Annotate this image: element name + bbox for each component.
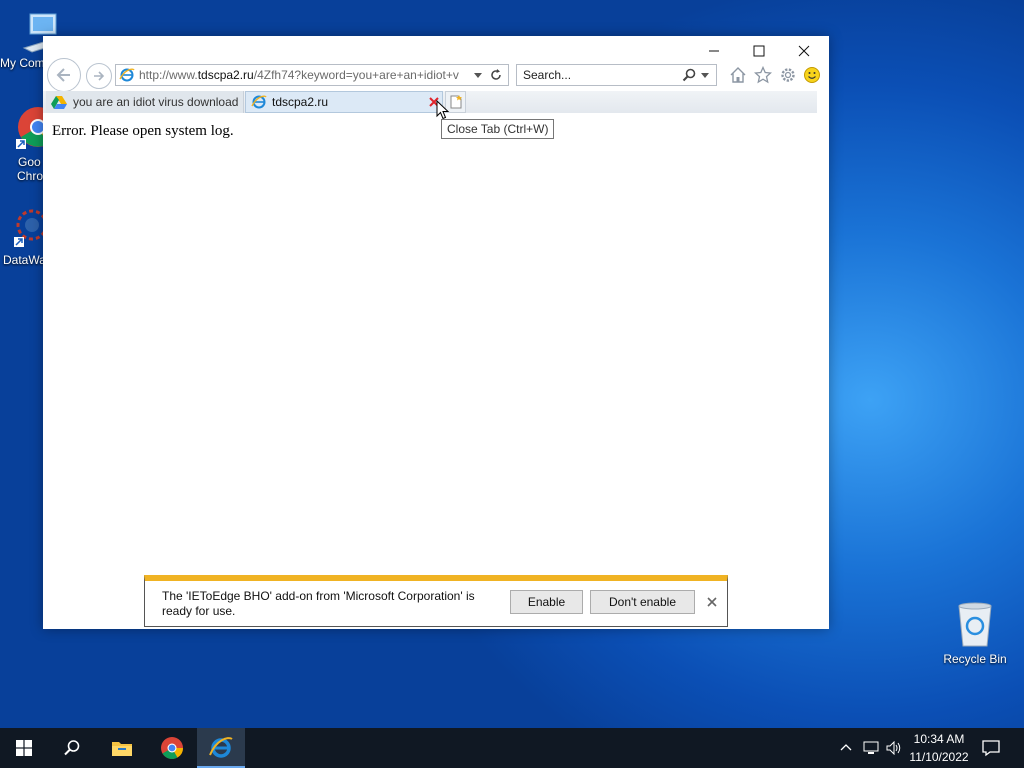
ie-window: http://www.tdscpa2.ru/4Zfh74?keyword=you…	[43, 36, 829, 629]
tab-idiot-virus[interactable]: you are an idiot virus download	[46, 91, 244, 113]
address-bar[interactable]: http://www.tdscpa2.ru/4Zfh74?keyword=you…	[115, 64, 509, 86]
google-drive-icon	[51, 96, 67, 109]
chrome-icon	[161, 737, 183, 759]
tools-button[interactable]	[779, 66, 797, 84]
back-button[interactable]	[47, 58, 81, 92]
search-box[interactable]: Search...	[516, 64, 717, 86]
folder-icon	[112, 742, 132, 756]
maximize-icon	[753, 45, 765, 57]
gear-icon	[781, 68, 795, 82]
network-icon[interactable]	[863, 741, 879, 755]
notification-center-icon[interactable]	[982, 739, 1000, 757]
close-icon	[798, 45, 810, 57]
chrome-taskbar-button[interactable]	[147, 728, 197, 768]
addon-notification-bar: The 'IEToEdge BHO' add-on from 'Microsof…	[144, 575, 728, 627]
address-url: http://www.tdscpa2.ru/4Zfh74?keyword=you…	[139, 68, 467, 82]
windows-logo-icon	[16, 740, 32, 756]
feedback-button[interactable]	[803, 66, 821, 84]
smiley-icon	[804, 67, 820, 83]
page-error-text: Error. Please open system log.	[52, 123, 234, 139]
internet-explorer-icon	[209, 737, 233, 758]
new-tab-icon	[450, 95, 462, 109]
close-notification-icon[interactable]	[707, 597, 717, 607]
recycle-bin-icon	[958, 602, 992, 647]
search-input[interactable]: Search...	[517, 68, 682, 82]
search-taskbar-button[interactable]	[48, 728, 96, 768]
ie-taskbar-button[interactable]	[197, 728, 245, 768]
mouse-cursor-icon	[436, 100, 450, 120]
maximize-button[interactable]	[736, 36, 782, 66]
dropdown-arrow-icon[interactable]	[473, 70, 483, 80]
search-dropdown-icon[interactable]	[700, 70, 710, 80]
url-rest: /4Zfh74?keyword=you+are+an+idiot+v	[253, 68, 459, 82]
minimize-button[interactable]	[691, 36, 737, 66]
forward-button[interactable]	[86, 63, 112, 89]
tab-label: tdscpa2.ru	[272, 95, 329, 109]
search-icon[interactable]	[682, 68, 696, 82]
file-explorer-button[interactable]	[97, 728, 147, 768]
chevron-up-icon[interactable]	[840, 742, 852, 754]
minimize-icon	[709, 50, 719, 52]
notification-message: The 'IEToEdge BHO' add-on from 'Microsof…	[162, 589, 475, 618]
clock-time[interactable]: 10:34 AM	[905, 732, 973, 746]
refresh-icon[interactable]	[489, 68, 503, 82]
tab-label: you are an idiot virus download	[73, 95, 239, 109]
tab-tdscpa2[interactable]: tdscpa2.ru	[245, 91, 443, 113]
enable-button[interactable]: Enable	[510, 590, 583, 614]
desktop-icon-recycle-bin[interactable]: Recycle Bin	[935, 600, 1015, 666]
forward-arrow-icon	[94, 71, 105, 81]
home-button[interactable]	[729, 66, 747, 84]
volume-icon[interactable]	[886, 741, 902, 755]
ie-page-icon	[119, 68, 135, 82]
close-tab-tooltip: Close Tab (Ctrl+W)	[441, 119, 555, 139]
taskbar: 10:34 AM 11/10/2022	[0, 728, 1024, 768]
clock-date[interactable]: 11/10/2022	[905, 750, 973, 764]
url-prefix: http://www.	[139, 68, 198, 82]
dont-enable-button[interactable]: Don't enable	[590, 590, 695, 614]
url-domain: tdscpa2.ru	[197, 68, 254, 82]
tab-bar: you are an idiot virus download tdscpa2.…	[43, 91, 817, 113]
back-arrow-icon	[56, 68, 70, 82]
ie-tab-icon	[251, 95, 267, 109]
favorites-button[interactable]	[754, 66, 772, 84]
desktop-icon-label: Recycle Bin	[943, 652, 1007, 666]
star-icon	[754, 66, 772, 84]
search-icon	[64, 740, 80, 756]
start-button[interactable]	[0, 728, 48, 768]
home-icon	[730, 67, 746, 83]
close-button[interactable]	[781, 36, 827, 66]
